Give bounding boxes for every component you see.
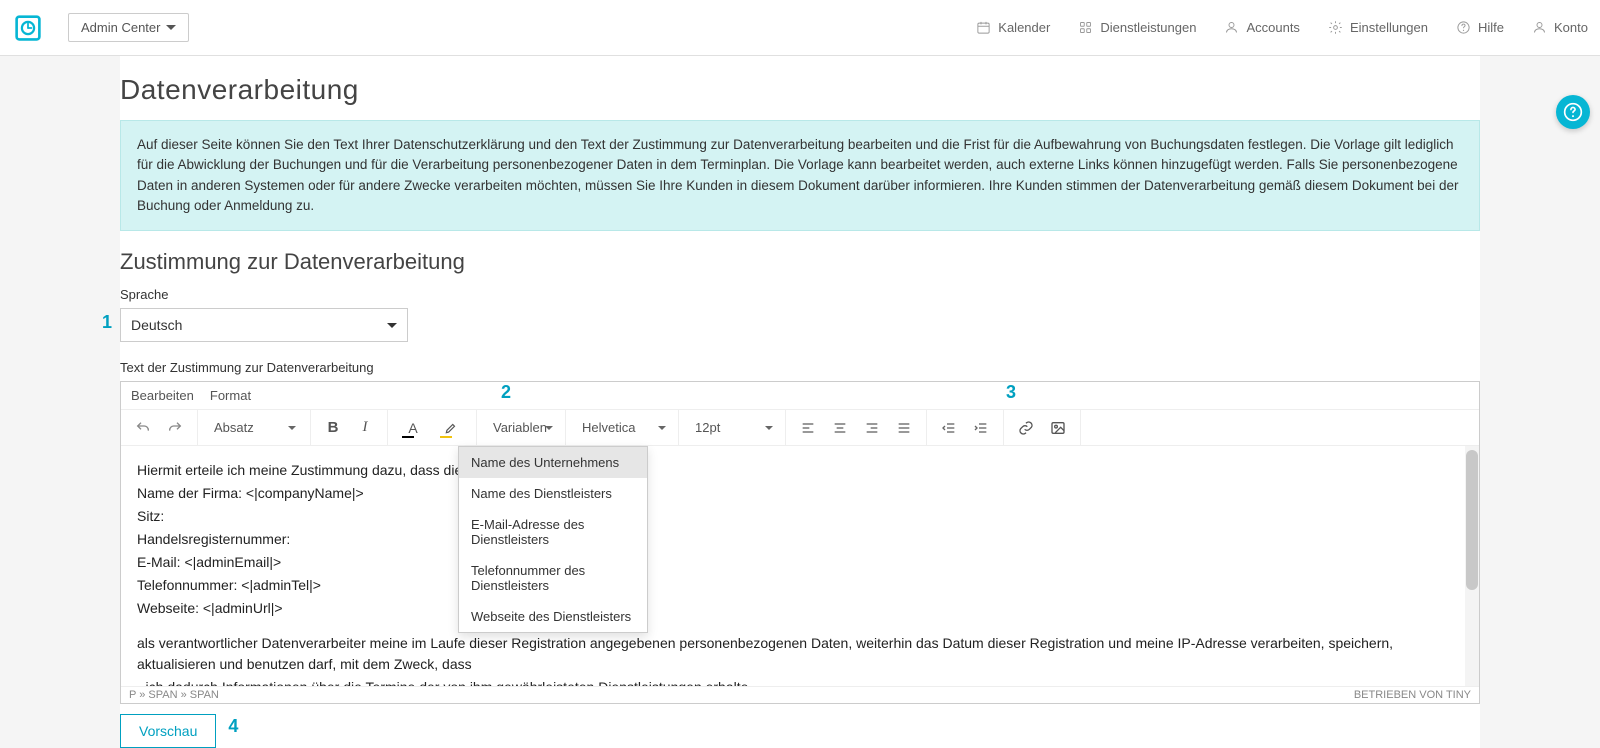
align-left-button[interactable] [794,415,822,441]
top-nav: Admin Center Kalender Dienstleistungen A… [0,0,1600,56]
nav-einstellungen[interactable]: Einstellungen [1328,20,1428,35]
rich-text-editor: Bearbeiten Format Absatz [120,381,1480,704]
editor-line: Webseite: <|adminUrl|> [137,598,1463,619]
editor-line: Handelsregisternummer: [137,529,1463,550]
italic-button[interactable]: I [351,415,379,441]
caret-down-icon [387,323,397,328]
services-icon [1078,20,1093,35]
nav-label: Accounts [1246,20,1299,35]
editor-line: - ich dadurch Informationen über die Ter… [137,677,1463,686]
language-label: Sprache [120,287,1480,302]
highlight-icon [444,421,458,435]
variable-option[interactable]: Name des Unternehmens [459,447,647,478]
variable-option[interactable]: Webseite des Dienstleisters [459,601,647,632]
size-label: 12pt [695,420,720,435]
section-title: Zustimmung zur Datenverarbeitung [120,249,1480,275]
language-value: Deutsch [131,317,182,333]
nav-dienstleistungen[interactable]: Dienstleistungen [1078,20,1196,35]
nav-hilfe[interactable]: Hilfe [1456,20,1504,35]
accounts-icon [1224,20,1239,35]
help-icon [1563,102,1583,122]
align-center-button[interactable] [826,415,854,441]
callout-2: 2 [501,382,511,403]
nav-label: Hilfe [1478,20,1504,35]
callout-3: 3 [1006,382,1016,403]
undo-button[interactable] [129,415,157,441]
link-icon [1018,420,1034,436]
nav-label: Kalender [998,20,1050,35]
editor-powered-by: BETRIEBEN VON TINY [1354,689,1471,701]
info-box: Auf dieser Seite können Sie den Text Ihr… [120,120,1480,231]
nav-label: Einstellungen [1350,20,1428,35]
bg-color-button[interactable] [434,415,468,441]
help-icon [1456,20,1471,35]
chevron-down-icon [288,426,296,430]
editor-line: E-Mail: <|adminEmail|> [137,552,1463,573]
font-select[interactable]: Helvetica [574,415,670,441]
editor-toolbar: Absatz B I A [121,410,1479,446]
editor-scrollbar[interactable] [1465,446,1479,686]
editor-line: als verantwortlicher Datenverarbeiter me… [137,633,1463,675]
paragraph-label: Absatz [214,420,254,435]
page-title: Datenverarbeitung [120,74,1480,106]
admin-center-dropdown[interactable]: Admin Center [68,13,189,42]
image-icon [1050,420,1066,436]
nav-kalender[interactable]: Kalender [976,20,1050,35]
image-button[interactable] [1044,415,1072,441]
callout-4: 4 [228,716,238,737]
editor-line: Hiermit erteile ich meine Zustimmung daz… [137,460,1463,481]
scrollbar-thumb[interactable] [1466,450,1478,590]
editor-statusbar: P » SPAN » SPAN BETRIEBEN VON TINY [121,686,1479,703]
editor-menubar: Bearbeiten Format [121,382,1479,410]
main-content: Datenverarbeitung Auf dieser Seite könne… [120,56,1480,748]
variable-option[interactable]: Telefonnummer des Dienstleisters [459,555,647,601]
editor-body[interactable]: Hiermit erteile ich meine Zustimmung daz… [121,446,1479,686]
variables-label: Variablen [493,420,547,435]
text-color-button[interactable]: A [396,415,430,441]
font-label: Helvetica [582,420,635,435]
editor-line: Telefonnummer: <|adminTel|> [137,575,1463,596]
redo-button[interactable] [161,415,189,441]
nav-label: Dienstleistungen [1100,20,1196,35]
text-label: Text der Zustimmung zur Datenverarbeitun… [120,360,1480,375]
editor-line: Sitz: [137,506,1463,527]
chevron-down-icon [765,426,773,430]
menu-format[interactable]: Format [210,388,251,403]
variable-option[interactable]: Name des Dienstleisters [459,478,647,509]
gear-icon [1328,20,1343,35]
chevron-down-icon [545,426,553,430]
paragraph-select[interactable]: Absatz [206,415,302,441]
bold-button[interactable]: B [319,415,347,441]
variable-option[interactable]: E-Mail-Adresse des Dienstleisters [459,509,647,555]
align-justify-button[interactable] [890,415,918,441]
user-icon [1532,20,1547,35]
outdent-button[interactable] [935,415,963,441]
variables-select[interactable]: Variablen [485,415,557,441]
editor-line: Name der Firma: <|companyName|> [137,483,1463,504]
size-select[interactable]: 12pt [687,415,777,441]
nav-label: Konto [1554,20,1588,35]
nav-accounts[interactable]: Accounts [1224,20,1299,35]
app-logo [12,12,44,44]
preview-button[interactable]: Vorschau [120,714,216,748]
help-bubble[interactable] [1556,95,1590,129]
variables-dropdown: Name des Unternehmens Name des Dienstlei… [458,446,648,633]
language-select[interactable]: Deutsch [120,308,408,342]
calendar-icon [976,20,991,35]
indent-button[interactable] [967,415,995,441]
nav-konto[interactable]: Konto [1532,20,1588,35]
admin-center-label: Admin Center [81,20,160,35]
menu-edit[interactable]: Bearbeiten [131,388,194,403]
callout-1: 1 [102,312,112,333]
editor-path: P » SPAN » SPAN [129,689,219,701]
caret-down-icon [166,25,176,30]
align-right-button[interactable] [858,415,886,441]
chevron-down-icon [658,426,666,430]
link-button[interactable] [1012,415,1040,441]
